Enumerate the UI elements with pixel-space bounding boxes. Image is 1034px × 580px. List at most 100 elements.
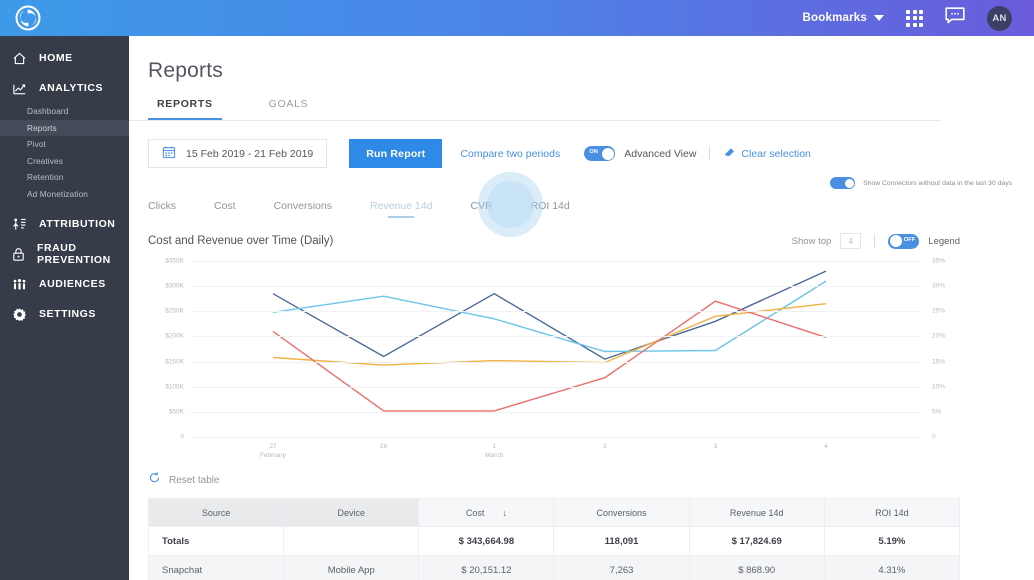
- sidebar-subitem-dashboard[interactable]: Dashboard: [0, 103, 129, 120]
- metric-label: Cost: [214, 200, 236, 212]
- advanced-view-toggle-state: ON: [589, 149, 598, 155]
- apps-grid-icon[interactable]: [906, 9, 923, 27]
- x-axis-tick: 27 February: [259, 443, 286, 459]
- home-icon: [11, 50, 28, 67]
- gridline: [190, 386, 920, 388]
- chart-header: Cost and Revenue over Time (Daily) Show …: [148, 227, 960, 255]
- y-axis-left-tick: $200K: [165, 332, 184, 340]
- sidebar-subitem-label: Ad Monetization: [27, 188, 88, 199]
- sidebar-subitem-reports[interactable]: Reports: [0, 119, 129, 136]
- sidebar-subitem-label: Dashboard: [27, 106, 69, 117]
- metric-tab-conversions[interactable]: Conversions: [274, 194, 332, 222]
- report-table: Source Device Cost ↓ Conversions Revenue …: [147, 498, 961, 580]
- x-axis-tick: 3: [713, 443, 718, 450]
- page-tabs: REPORTS GOALS: [129, 98, 941, 121]
- column-header-revenue-14d[interactable]: Revenue 14d: [688, 498, 825, 527]
- table-row[interactable]: Totals $ 343,664.98 118,091 $ 17,824.69 …: [147, 526, 961, 556]
- x-axis-tick: 4: [824, 443, 828, 450]
- run-report-button[interactable]: Run Report: [349, 139, 443, 168]
- sidebar-subitem-ad-monetization[interactable]: Ad Monetization: [0, 186, 129, 203]
- cell-revenue: $ 868.90: [688, 555, 825, 580]
- metric-tab-clicks[interactable]: Clicks: [148, 194, 176, 222]
- lock-icon: [11, 246, 26, 263]
- chat-bubble-icon[interactable]: [945, 6, 965, 30]
- gridline: [190, 361, 920, 363]
- reset-table-row[interactable]: Reset table: [129, 461, 1034, 489]
- date-range-picker[interactable]: 15 Feb 2019 - 21 Feb 2019: [148, 139, 328, 168]
- y-axis-right-tick: 0: [932, 433, 936, 441]
- legend-toggle-state: OFF: [903, 236, 916, 243]
- sidebar-item-analytics[interactable]: ANALYTICS: [0, 73, 129, 103]
- sidebar-item-audiences[interactable]: AUDIENCES: [0, 269, 129, 299]
- clear-selection-button[interactable]: Clear selection: [723, 146, 811, 161]
- top-bar: Bookmarks AN: [0, 0, 1034, 36]
- tab-goals[interactable]: GOALS: [260, 98, 318, 120]
- main-content: Reports REPORTS GOALS 15 Feb 2019 - 21 F…: [129, 36, 1034, 580]
- sidebar-subitem-creatives[interactable]: Creatives: [0, 153, 129, 170]
- gridline: [190, 261, 920, 262]
- sidebar-subitem-retention[interactable]: Retention: [0, 169, 129, 186]
- sort-descending-icon: ↓: [502, 507, 507, 518]
- chart-controls-divider: [874, 233, 876, 249]
- column-label: Source: [201, 507, 231, 518]
- column-label: Device: [337, 507, 365, 518]
- cell-roi: 4.31%: [823, 555, 961, 580]
- legend-label: Legend: [928, 235, 960, 247]
- app-logo[interactable]: [0, 5, 56, 31]
- compare-two-periods-link[interactable]: Compare two periods: [460, 148, 560, 160]
- y-axis-left-tick: $300K: [165, 282, 184, 290]
- sidebar-item-label: HOME: [39, 52, 73, 64]
- column-label: Conversions: [596, 507, 647, 518]
- show-connectors-label: Show Connectors without data in the last…: [863, 179, 1012, 187]
- column-header-device[interactable]: Device: [283, 498, 420, 527]
- metric-tab-roi-14d[interactable]: ROI 14d: [531, 194, 570, 222]
- cell-roi: 5.19%: [823, 526, 961, 556]
- sidebar-item-label: FRAUD PREVENTION: [37, 242, 111, 266]
- advanced-view-label: Advanced View: [624, 147, 697, 160]
- y-axis-right-tick: 10%: [932, 383, 946, 391]
- sidebar-item-fraud-prevention[interactable]: FRAUD PREVENTION: [0, 239, 129, 269]
- sidebar-item-home[interactable]: HOME: [0, 43, 129, 73]
- metric-label: Conversions: [273, 200, 332, 212]
- tab-label: REPORTS: [157, 98, 213, 110]
- cell-cost: $ 343,664.98: [418, 526, 555, 556]
- date-range-value: 15 Feb 2019 - 21 Feb 2019: [186, 147, 314, 160]
- advanced-view-toggle[interactable]: ON: [584, 146, 616, 161]
- y-axis-left-tick: $150K: [165, 358, 184, 366]
- column-label: Revenue 14d: [729, 507, 784, 518]
- sidebar-subitem-pivot[interactable]: Pivot: [0, 136, 129, 153]
- sidebar-item-label: SETTINGS: [39, 308, 96, 320]
- toggle-knob: [844, 178, 854, 188]
- metric-label: Revenue 14d: [369, 200, 433, 212]
- gridline: [190, 311, 920, 313]
- table-header-row: Source Device Cost ↓ Conversions Revenue …: [147, 498, 961, 527]
- y-axis-right-tick: 20%: [932, 332, 946, 340]
- column-header-source[interactable]: Source: [147, 498, 285, 527]
- cell-source: Snapchat: [147, 555, 285, 580]
- avatar[interactable]: AN: [987, 5, 1012, 31]
- show-connectors-toggle[interactable]: [830, 177, 856, 189]
- attribution-icon: [11, 216, 28, 233]
- chevron-down-icon: [874, 15, 884, 21]
- table-row[interactable]: Snapchat Mobile App $ 20,151.12 7,263 $ …: [147, 555, 961, 580]
- y-axis-right-tick: 30%: [932, 282, 946, 290]
- tab-reports[interactable]: REPORTS: [148, 98, 222, 120]
- column-label: Cost: [465, 507, 485, 518]
- legend-toggle[interactable]: OFF: [888, 233, 920, 249]
- sidebar-item-attribution[interactable]: ATTRIBUTION: [0, 209, 129, 239]
- show-top-input[interactable]: 4: [840, 233, 862, 249]
- metric-tab-cvr[interactable]: CVR: [470, 194, 492, 222]
- bookmarks-dropdown[interactable]: Bookmarks: [803, 12, 884, 24]
- sidebar-subitem-label: Creatives: [27, 155, 63, 166]
- column-header-roi-14d[interactable]: ROI 14d: [823, 498, 961, 527]
- cell-device: Mobile App: [283, 555, 420, 580]
- metric-tab-revenue-14d[interactable]: Revenue 14d: [370, 194, 432, 222]
- toggle-knob: [601, 147, 614, 160]
- y-axis-right-tick: 15%: [932, 358, 946, 366]
- column-header-conversions[interactable]: Conversions: [553, 498, 690, 527]
- column-header-cost[interactable]: Cost ↓: [418, 498, 555, 527]
- sidebar-item-settings[interactable]: SETTINGS: [0, 299, 129, 329]
- metric-tab-cost[interactable]: Cost: [214, 194, 236, 222]
- clear-selection-label: Clear selection: [741, 147, 811, 160]
- metric-tabs: Clicks Cost Conversions Revenue 14d CVR …: [129, 172, 1034, 237]
